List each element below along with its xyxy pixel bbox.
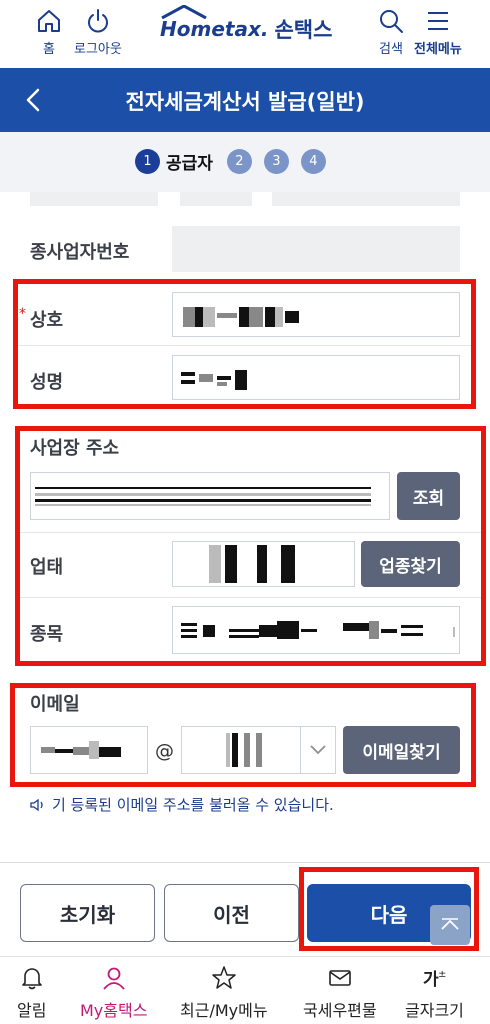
tab-notifications[interactable]: 알림 xyxy=(17,965,46,1021)
business-type-label: 업태 xyxy=(30,557,64,578)
font-size-icon: 가 ± xyxy=(423,969,446,990)
divider xyxy=(20,597,481,598)
menu-button[interactable]: 전체메뉴 xyxy=(414,8,462,57)
tab-my-hometax[interactable]: My홈택스 xyxy=(80,965,147,1021)
svg-text:±: ± xyxy=(438,969,446,980)
tab-label: 글자크기 xyxy=(405,1001,464,1020)
business-item-field[interactable] xyxy=(172,606,460,654)
logout-button[interactable]: 로그아웃 xyxy=(74,8,122,57)
logo-roof-icon xyxy=(161,5,207,19)
search-icon xyxy=(380,10,403,33)
company-name-label: 상호 xyxy=(30,310,64,331)
tab-recent-menu[interactable]: 최근/My메뉴 xyxy=(180,965,268,1021)
chevron-down-icon xyxy=(310,745,326,755)
email-hint-text: 기 등록된 이메일 주소를 불러올 수 있습니다. xyxy=(52,796,334,814)
title-bar: 전자세금계산서 발급(일반) xyxy=(0,68,490,132)
step-4: 4 xyxy=(300,149,326,174)
home-button[interactable]: 홈 xyxy=(36,8,62,57)
hamburger-icon xyxy=(427,12,448,30)
mail-icon xyxy=(328,970,351,986)
top-header: 홈 로그아웃 Hometax. 손택스 검색 전체메뉴 xyxy=(0,0,490,68)
step-1: 1 xyxy=(135,149,160,174)
business-address-label: 사업장 주소 xyxy=(30,438,120,459)
business-item-label: 종목 xyxy=(30,624,64,645)
email-hint: 기 등록된 이메일 주소를 불러올 수 있습니다. xyxy=(30,794,334,815)
menu-label: 전체메뉴 xyxy=(414,42,462,57)
power-icon xyxy=(87,9,108,33)
chevron-up-icon xyxy=(441,918,459,930)
search-label: 검색 xyxy=(379,42,403,57)
home-icon xyxy=(38,10,60,32)
speaker-icon xyxy=(30,798,43,811)
step-indicator: 1 공급자 2 3 4 xyxy=(0,132,490,192)
tab-label: 알림 xyxy=(17,1001,47,1020)
divider xyxy=(20,532,481,533)
logout-label: 로그아웃 xyxy=(74,42,122,57)
tab-label: My홈택스 xyxy=(80,1001,148,1020)
page-title: 전자세금계산서 발급(일반) xyxy=(125,90,365,114)
required-mark: * xyxy=(19,306,26,322)
scroll-to-top-button[interactable] xyxy=(430,905,470,945)
tab-label: 국세우편물 xyxy=(303,1001,377,1020)
bottom-tab-bar: 알림 My홈택스 최근/My메뉴 국세우편물 가 ± 글자크기 xyxy=(0,956,490,1024)
logo-text: Hometax. xyxy=(160,5,268,41)
tab-label: 최근/My메뉴 xyxy=(180,1001,268,1020)
email-at-sign: @ xyxy=(155,740,174,762)
hometax-logo[interactable]: Hometax. 손택스 xyxy=(160,5,333,44)
bell-icon xyxy=(21,968,42,990)
search-button[interactable]: 검색 xyxy=(378,8,404,57)
email-id-field[interactable] xyxy=(30,726,148,774)
prev-button[interactable]: 이전 xyxy=(164,884,299,942)
step-3: 3 xyxy=(263,149,289,174)
reset-button[interactable]: 초기화 xyxy=(20,884,155,942)
previous-fields-strip xyxy=(30,192,460,206)
company-name-field[interactable] xyxy=(172,292,460,337)
ceo-name-field[interactable] xyxy=(172,355,460,400)
email-domain-select[interactable] xyxy=(181,726,336,774)
svg-text:가: 가 xyxy=(423,970,439,990)
address-search-button[interactable]: 조회 xyxy=(397,472,460,520)
step-2: 2 xyxy=(226,149,252,174)
ceo-name-label: 성명 xyxy=(30,372,64,393)
find-email-button[interactable]: 이메일찾기 xyxy=(343,726,460,774)
person-icon xyxy=(103,967,125,990)
logo-korean: 손택스 xyxy=(274,18,333,42)
divider xyxy=(18,345,471,346)
business-address-field[interactable] xyxy=(30,472,390,520)
tab-font-size[interactable]: 가 ± 글자크기 xyxy=(405,965,464,1021)
step-1-label: 공급자 xyxy=(166,154,213,174)
sub-business-number-field xyxy=(172,226,460,272)
tab-tax-mail[interactable]: 국세우편물 xyxy=(303,965,377,1021)
business-type-field[interactable] xyxy=(172,541,355,587)
find-business-type-button[interactable]: 업종찾기 xyxy=(361,541,460,587)
star-icon xyxy=(212,966,236,989)
email-label: 이메일 xyxy=(30,694,80,715)
home-label: 홈 xyxy=(43,42,55,57)
action-bar: 초기화 이전 다음 xyxy=(0,862,490,956)
sub-business-number-label: 종사업자번호 xyxy=(30,242,130,263)
